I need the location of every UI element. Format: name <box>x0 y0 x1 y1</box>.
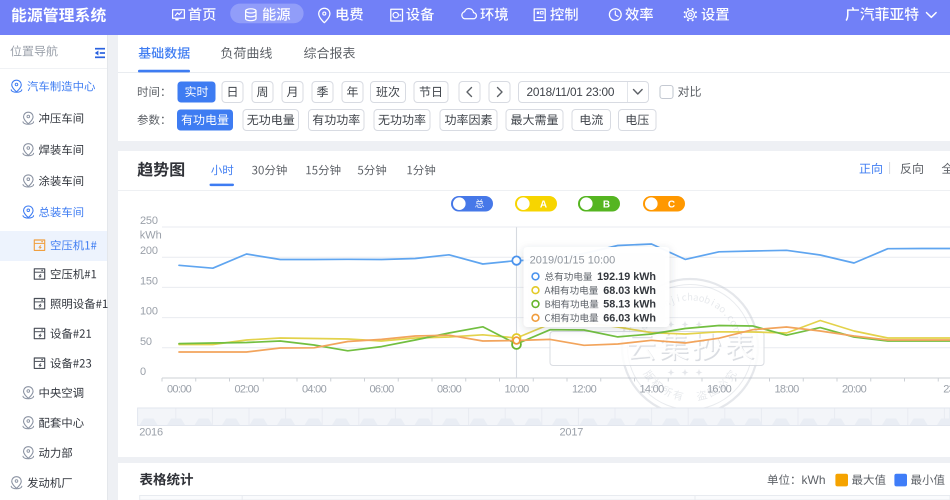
svg-text:04:00: 04:00 <box>302 383 327 395</box>
svg-text:250: 250 <box>140 215 158 227</box>
svg-text:2018/11/01 23:00: 2018/11/01 23:00 <box>527 85 615 99</box>
svg-text:14:00: 14:00 <box>639 383 664 395</box>
svg-text:10:00: 10:00 <box>504 383 529 395</box>
svg-text:C: C <box>668 199 675 210</box>
svg-text:02:00: 02:00 <box>234 383 259 395</box>
svg-text:2016: 2016 <box>139 427 163 439</box>
svg-text:kWh: kWh <box>802 473 826 487</box>
svg-text:A: A <box>540 199 547 210</box>
svg-text:150: 150 <box>140 275 158 287</box>
svg-text:23:00: 23:00 <box>943 383 950 395</box>
svg-text:B: B <box>603 199 610 210</box>
svg-text:00:00: 00:00 <box>167 383 192 395</box>
svg-text:12:00: 12:00 <box>572 383 597 395</box>
svg-text:2017: 2017 <box>560 427 584 439</box>
svg-text:06:00: 06:00 <box>369 383 394 395</box>
svg-text:08:00: 08:00 <box>437 383 462 395</box>
svg-text:0: 0 <box>140 366 146 378</box>
svg-text:200: 200 <box>140 245 158 257</box>
svg-text:58.13 kWh: 58.13 kWh <box>603 299 656 311</box>
svg-text:18:00: 18:00 <box>774 383 799 395</box>
svg-text:68.03 kWh: 68.03 kWh <box>603 285 656 297</box>
svg-text:20:00: 20:00 <box>842 383 867 395</box>
svg-text:66.03 kWh: 66.03 kWh <box>603 312 656 324</box>
svg-text:2019/01/15 10:00: 2019/01/15 10:00 <box>530 255 616 267</box>
svg-text:kWh: kWh <box>140 230 162 242</box>
svg-text:192.19 kWh: 192.19 kWh <box>597 271 656 283</box>
svg-text:16:00: 16:00 <box>707 383 732 395</box>
svg-text:100: 100 <box>140 306 158 318</box>
svg-text:50: 50 <box>140 336 152 348</box>
